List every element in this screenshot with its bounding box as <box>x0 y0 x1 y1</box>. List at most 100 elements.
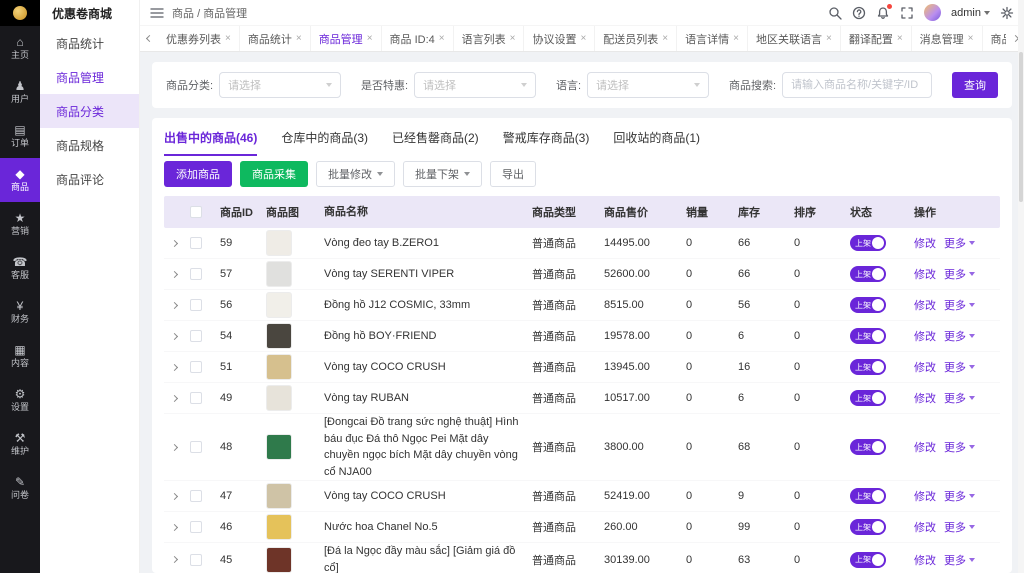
window-tab[interactable]: 语言列表 × <box>454 26 525 51</box>
row-checkbox[interactable] <box>190 490 202 502</box>
edit-link[interactable]: 修改 <box>914 266 936 282</box>
tab-close-icon[interactable]: × <box>367 33 373 44</box>
sidebar-item[interactable]: 商品评论 <box>40 162 139 196</box>
more-link[interactable]: 更多 <box>944 266 975 282</box>
row-expand-icon[interactable] <box>170 301 177 308</box>
tab-close-icon[interactable]: × <box>897 33 903 44</box>
product-status-tab[interactable]: 回收站的商品(1) <box>613 118 700 156</box>
edit-link[interactable]: 修改 <box>914 519 936 535</box>
row-expand-icon[interactable] <box>170 332 177 339</box>
window-tab[interactable]: 消息管理 × <box>912 26 983 51</box>
search-icon[interactable] <box>828 6 842 20</box>
category-select[interactable]: 请选择 <box>219 72 341 98</box>
tab-close-icon[interactable]: × <box>580 33 586 44</box>
tab-close-icon[interactable]: × <box>296 33 302 44</box>
language-select[interactable]: 请选择 <box>587 72 709 98</box>
user-menu[interactable]: admin <box>951 7 990 19</box>
row-checkbox[interactable] <box>190 268 202 280</box>
status-toggle[interactable]: 上架 <box>850 235 886 251</box>
edit-link[interactable]: 修改 <box>914 439 936 455</box>
add-product-button[interactable]: 添加商品 <box>164 161 232 187</box>
row-checkbox[interactable] <box>190 237 202 249</box>
window-tab[interactable]: 地区关联语言 × <box>748 26 841 51</box>
tab-close-icon[interactable]: × <box>826 33 832 44</box>
row-expand-icon[interactable] <box>170 363 177 370</box>
gear-icon[interactable] <box>1000 6 1014 20</box>
window-tab[interactable]: 商品 ID:4 × <box>382 26 454 51</box>
edit-link[interactable]: 修改 <box>914 297 936 313</box>
row-checkbox[interactable] <box>190 330 202 342</box>
sidebar-item[interactable]: 商品分类 <box>40 94 139 128</box>
row-checkbox[interactable] <box>190 521 202 533</box>
product-search-input[interactable] <box>782 72 932 98</box>
tab-close-icon[interactable]: × <box>662 33 668 44</box>
more-link[interactable]: 更多 <box>944 552 975 568</box>
product-image[interactable] <box>266 483 292 509</box>
window-tab[interactable]: 优惠券列表 × <box>158 26 240 51</box>
status-toggle[interactable]: 上架 <box>850 439 886 455</box>
rail-item[interactable]: ⚒ 维护 <box>0 422 40 466</box>
breadcrumb-root[interactable]: 商品 <box>172 8 194 20</box>
status-toggle[interactable]: 上架 <box>850 390 886 406</box>
product-status-tab[interactable]: 警戒库存商品(3) <box>503 118 590 156</box>
status-toggle[interactable]: 上架 <box>850 297 886 313</box>
window-tab[interactable]: 协议设置 × <box>524 26 595 51</box>
product-image[interactable] <box>266 261 292 287</box>
row-checkbox[interactable] <box>190 299 202 311</box>
product-image[interactable] <box>266 323 292 349</box>
row-expand-icon[interactable] <box>170 239 177 246</box>
edit-link[interactable]: 修改 <box>914 488 936 504</box>
more-link[interactable]: 更多 <box>944 359 975 375</box>
product-image[interactable] <box>266 514 292 540</box>
app-logo[interactable] <box>0 0 40 26</box>
edit-link[interactable]: 修改 <box>914 235 936 251</box>
fullscreen-icon[interactable] <box>900 6 914 20</box>
tab-close-icon[interactable]: × <box>439 33 445 44</box>
hamburger-menu-icon[interactable] <box>150 6 164 20</box>
row-expand-icon[interactable] <box>170 443 177 450</box>
rail-item[interactable]: ☎ 客服 <box>0 246 40 290</box>
more-link[interactable]: 更多 <box>944 488 975 504</box>
product-image[interactable] <box>266 385 292 411</box>
edit-link[interactable]: 修改 <box>914 328 936 344</box>
edit-link[interactable]: 修改 <box>914 552 936 568</box>
window-tab[interactable]: 语言详情 × <box>677 26 748 51</box>
product-image[interactable] <box>266 292 292 318</box>
window-tab[interactable]: 商品统计 × <box>240 26 311 51</box>
rail-item[interactable]: ▤ 订单 <box>0 114 40 158</box>
rail-item[interactable]: ¥ 财务 <box>0 290 40 334</box>
status-toggle[interactable]: 上架 <box>850 488 886 504</box>
rail-item[interactable]: ♟ 用户 <box>0 70 40 114</box>
tabs-scroll-left[interactable] <box>140 26 158 51</box>
edit-link[interactable]: 修改 <box>914 390 936 406</box>
user-avatar[interactable] <box>924 4 941 21</box>
row-checkbox[interactable] <box>190 392 202 404</box>
rail-item[interactable]: ✎ 问卷 <box>0 466 40 510</box>
status-toggle[interactable]: 上架 <box>850 552 886 568</box>
product-image[interactable] <box>266 230 292 256</box>
tab-close-icon[interactable]: × <box>968 33 974 44</box>
select-all-checkbox[interactable] <box>190 206 202 218</box>
row-expand-icon[interactable] <box>170 492 177 499</box>
row-checkbox[interactable] <box>190 441 202 453</box>
tab-close-icon[interactable]: × <box>225 33 231 44</box>
sidebar-item[interactable]: 商品管理 <box>40 60 139 94</box>
bulk-offshelf-button[interactable]: 批量下架 <box>403 161 482 187</box>
window-tab[interactable]: 配送员列表 × <box>595 26 677 51</box>
row-expand-icon[interactable] <box>170 270 177 277</box>
more-link[interactable]: 更多 <box>944 519 975 535</box>
bell-icon[interactable] <box>876 6 890 20</box>
row-checkbox[interactable] <box>190 554 202 566</box>
bulk-edit-button[interactable]: 批量修改 <box>316 161 395 187</box>
edit-link[interactable]: 修改 <box>914 359 936 375</box>
sidebar-item[interactable]: 商品统计 <box>40 26 139 60</box>
tab-close-icon[interactable]: × <box>510 33 516 44</box>
row-checkbox[interactable] <box>190 361 202 373</box>
product-image[interactable] <box>266 547 292 573</box>
scrollbar-thumb[interactable] <box>1019 52 1023 202</box>
rail-item[interactable]: ▦ 内容 <box>0 334 40 378</box>
more-link[interactable]: 更多 <box>944 390 975 406</box>
window-tab[interactable]: 商品管理 × <box>311 26 382 51</box>
window-tab[interactable]: 翻译配置 × <box>841 26 912 51</box>
status-toggle[interactable]: 上架 <box>850 266 886 282</box>
